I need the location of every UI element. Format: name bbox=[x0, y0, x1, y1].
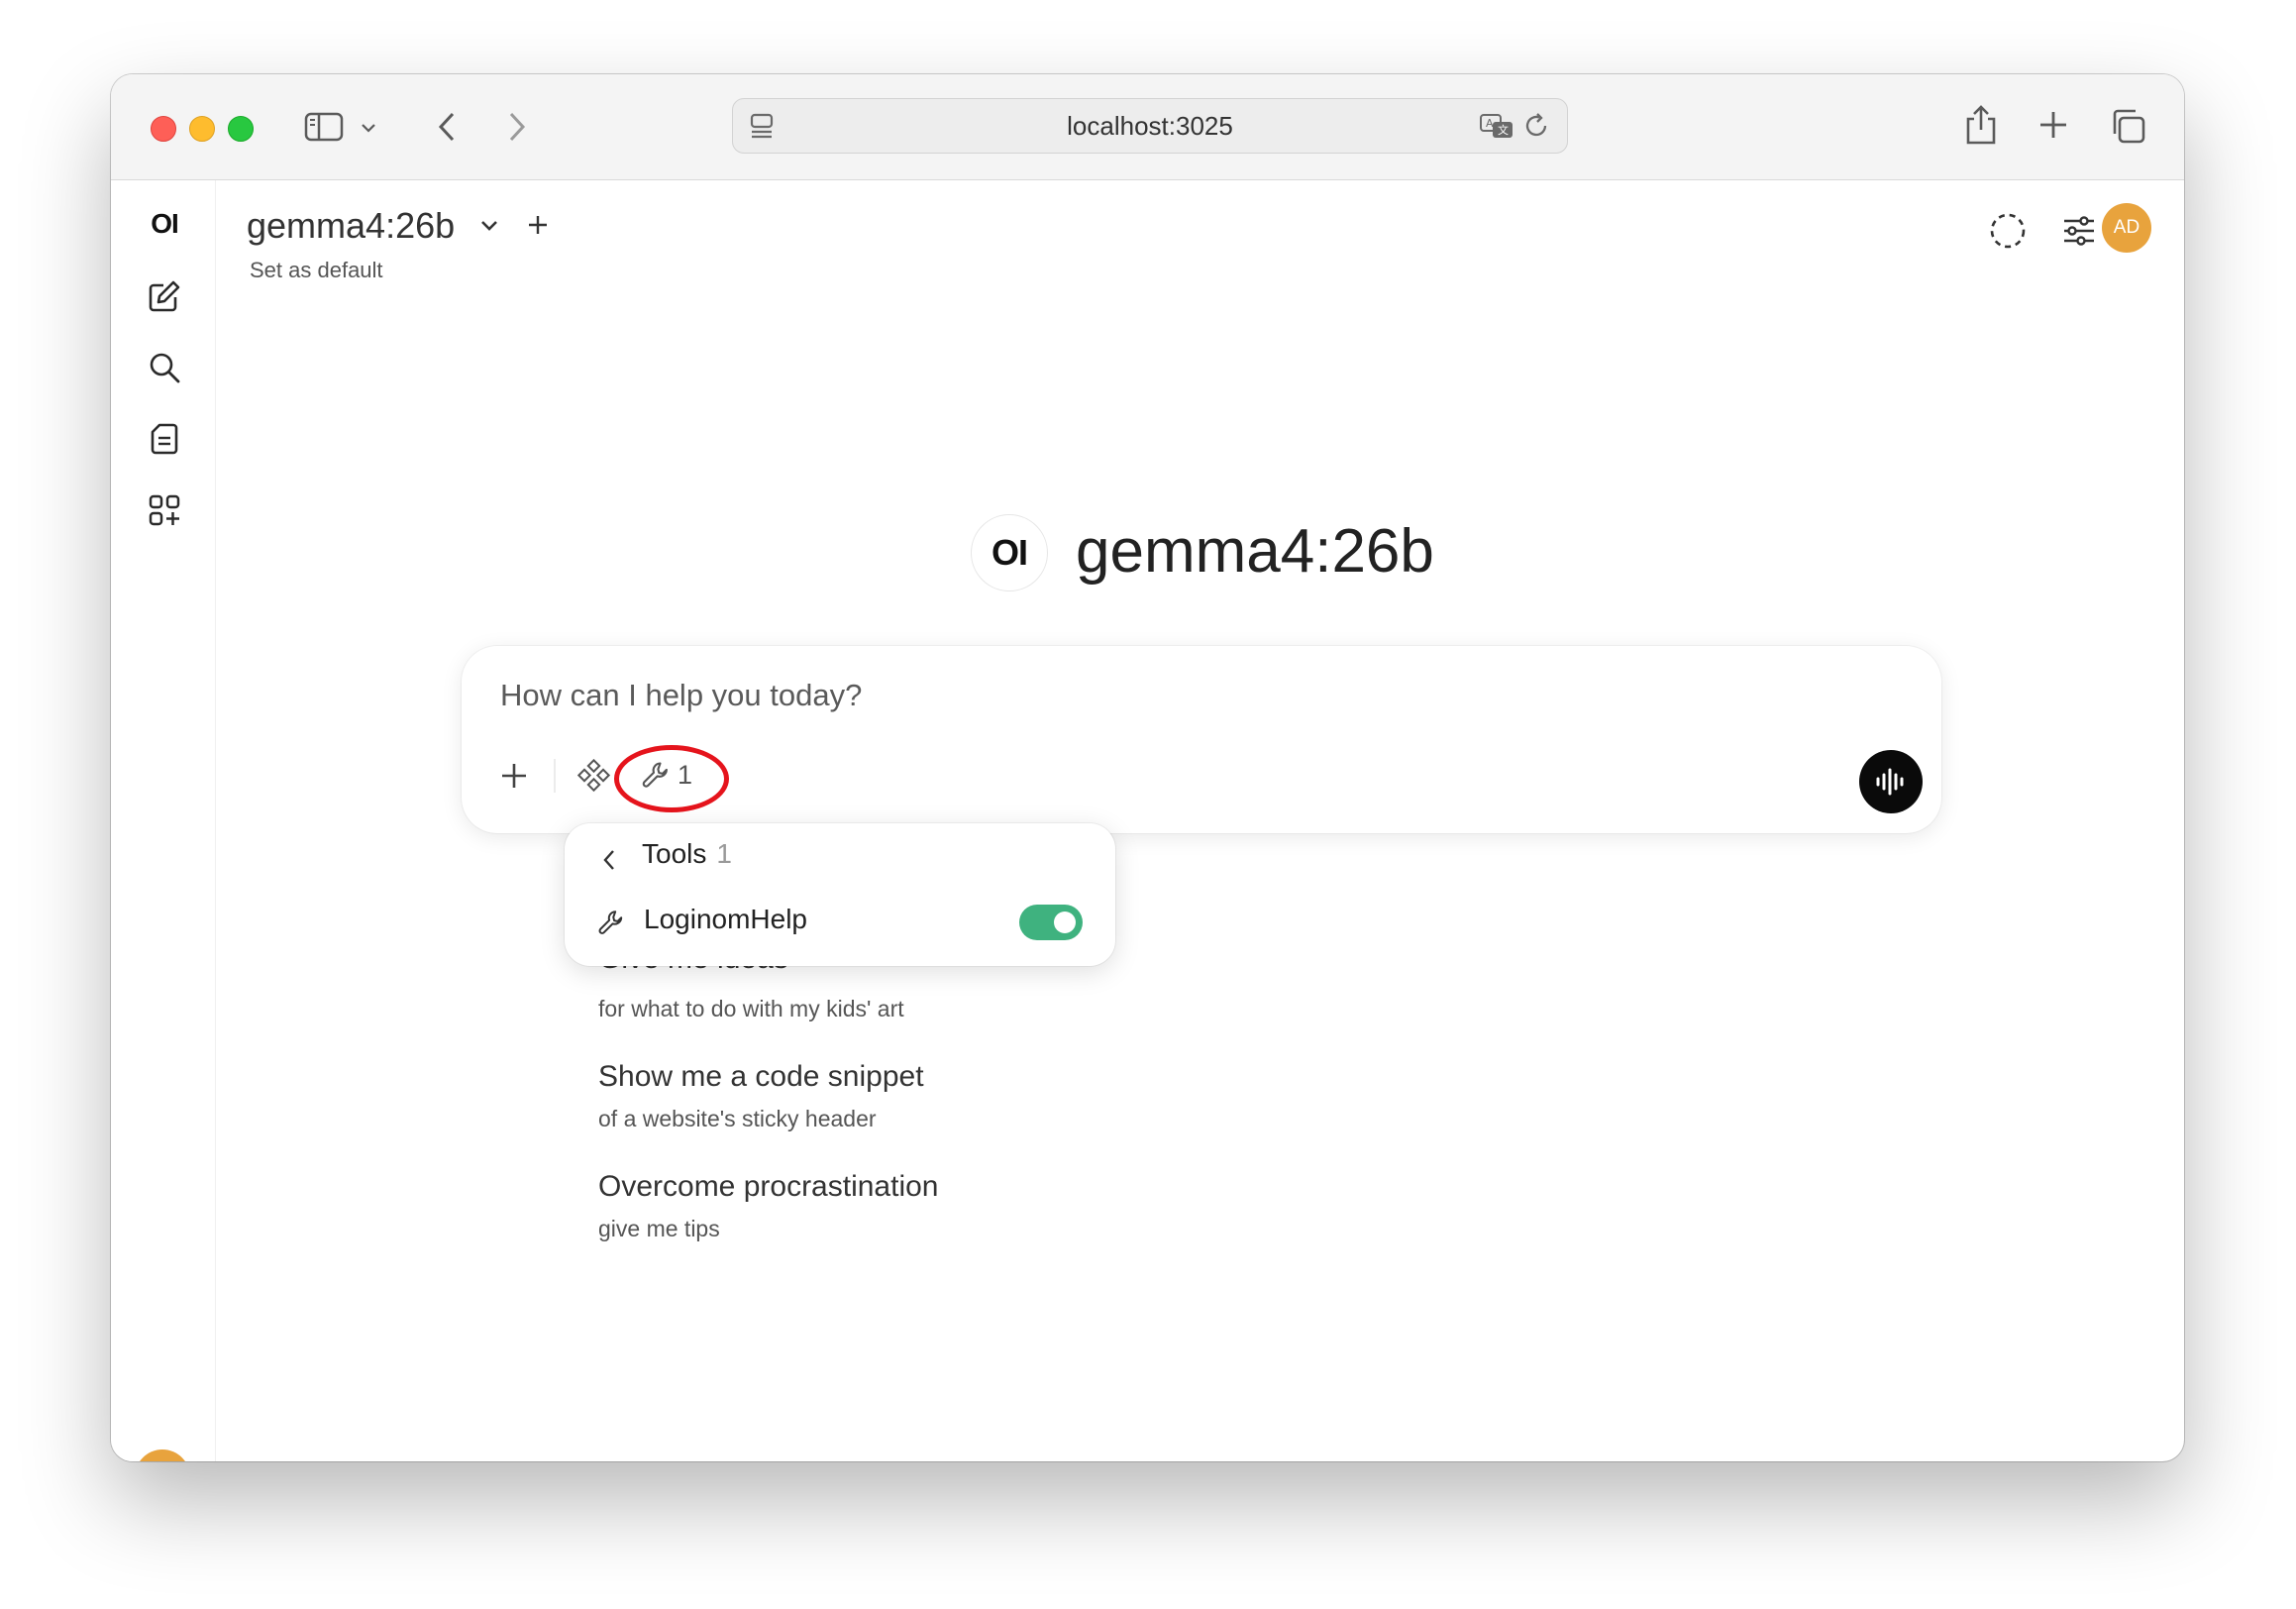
zoom-window-button[interactable] bbox=[228, 116, 254, 142]
highlight-ring-annotation bbox=[614, 745, 729, 812]
set-as-default-link[interactable]: Set as default bbox=[250, 258, 383, 283]
toggle-knob bbox=[1054, 912, 1076, 933]
browser-toolbar: localhost:3025 A文 bbox=[111, 74, 2184, 180]
forward-icon[interactable] bbox=[500, 108, 534, 146]
tools-menu-count: 1 bbox=[716, 838, 732, 869]
suggestion-title[interactable]: Overcome procrastination bbox=[598, 1170, 938, 1204]
model-logo: OI bbox=[971, 514, 1048, 591]
suggestion-subtitle[interactable]: of a website's sticky header bbox=[598, 1106, 877, 1132]
integrations-icon[interactable] bbox=[576, 758, 612, 794]
sidebar-toggle-icon[interactable] bbox=[302, 110, 346, 144]
suggestion-subtitle[interactable]: give me tips bbox=[598, 1216, 720, 1242]
new-chat-icon[interactable] bbox=[145, 276, 184, 316]
tool-item-label: LoginomHelp bbox=[644, 904, 807, 934]
url-text: localhost:3025 bbox=[1067, 111, 1233, 141]
temporary-chat-icon[interactable] bbox=[1985, 208, 2031, 254]
model-name: gemma4:26b bbox=[247, 205, 456, 246]
prompt-input[interactable] bbox=[498, 670, 1790, 721]
tools-menu: Tools 1 LoginomHelp bbox=[565, 823, 1115, 966]
controls-sliders-icon[interactable] bbox=[2056, 208, 2102, 254]
close-window-button[interactable] bbox=[151, 116, 176, 142]
new-tab-icon[interactable] bbox=[2035, 107, 2071, 143]
browser-window: localhost:3025 A文 OI gemma4:26b Set as d… bbox=[111, 74, 2184, 1461]
model-dropdown-chevron-icon[interactable] bbox=[477, 214, 501, 238]
model-selector[interactable]: gemma4:26b bbox=[247, 205, 455, 247]
add-model-icon[interactable] bbox=[525, 212, 551, 238]
search-icon[interactable] bbox=[145, 348, 184, 387]
audio-waveform-icon bbox=[1876, 768, 1904, 796]
chevron-down-icon[interactable] bbox=[359, 118, 378, 138]
back-chevron-icon[interactable] bbox=[598, 847, 620, 873]
address-bar[interactable]: localhost:3025 A文 bbox=[732, 98, 1568, 154]
tools-menu-title: Tools 1 bbox=[642, 838, 732, 869]
user-avatar[interactable]: AD bbox=[135, 1449, 190, 1461]
tab-overview-icon[interactable] bbox=[2108, 106, 2147, 146]
wrench-icon bbox=[594, 906, 628, 939]
back-icon[interactable] bbox=[430, 108, 464, 146]
notes-icon[interactable] bbox=[145, 419, 184, 459]
header-user-avatar[interactable]: AD bbox=[2102, 203, 2151, 253]
svg-text:文: 文 bbox=[1498, 123, 1509, 137]
app-logo[interactable]: OI bbox=[137, 200, 192, 248]
hero-model-title: gemma4:26b bbox=[1076, 517, 1434, 586]
minimize-window-button[interactable] bbox=[189, 116, 215, 142]
suggestion-subtitle[interactable]: for what to do with my kids' art bbox=[598, 996, 904, 1022]
share-icon[interactable] bbox=[1961, 102, 2001, 148]
svg-text:A: A bbox=[1486, 117, 1494, 130]
reload-icon[interactable] bbox=[1521, 111, 1553, 141]
sidebar: OI AD bbox=[111, 180, 216, 1461]
add-attachment-icon[interactable] bbox=[497, 759, 531, 793]
tool-toggle-switch[interactable] bbox=[1019, 905, 1083, 940]
voice-mode-button[interactable] bbox=[1859, 750, 1923, 813]
workspace-icon[interactable] bbox=[145, 490, 184, 530]
translate-icon[interactable]: A文 bbox=[1478, 111, 1517, 141]
suggestion-title[interactable]: Show me a code snippet bbox=[598, 1060, 924, 1094]
toolbar-divider bbox=[554, 759, 556, 793]
